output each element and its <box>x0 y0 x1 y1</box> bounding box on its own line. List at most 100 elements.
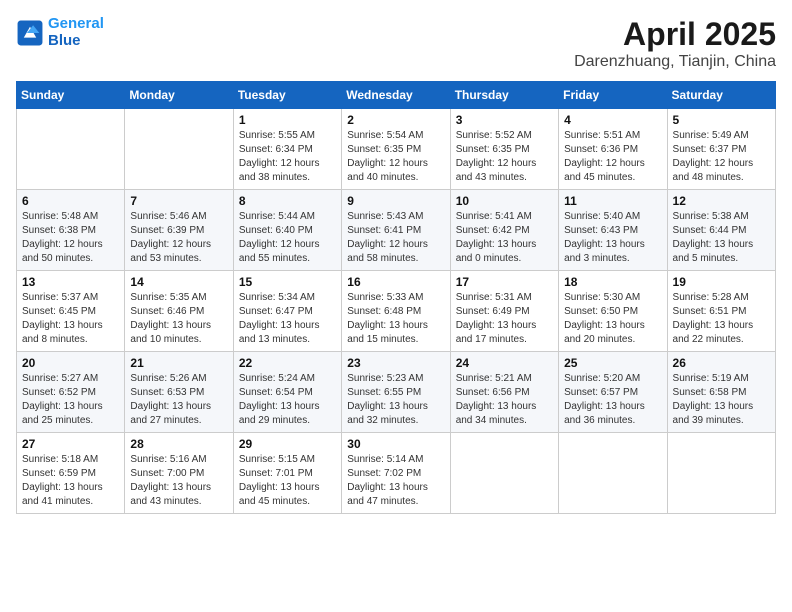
day-number: 12 <box>673 194 770 208</box>
day-info: Sunrise: 5:31 AMSunset: 6:49 PMDaylight:… <box>456 291 553 347</box>
calendar-cell: 4 Sunrise: 5:51 AMSunset: 6:36 PMDaylight… <box>559 109 667 190</box>
calendar-cell <box>450 433 558 514</box>
calendar-cell: 2 Sunrise: 5:54 AMSunset: 6:35 PMDaylight… <box>342 109 450 190</box>
logo-icon <box>16 19 44 47</box>
calendar-cell: 23 Sunrise: 5:23 AMSunset: 6:55 PMDayligh… <box>342 352 450 433</box>
calendar-cell: 20Sunrise: 5:27 AMSunset: 6:52 PMDayligh… <box>17 352 125 433</box>
day-info: Sunrise: 5:37 AMSunset: 6:45 PMDaylight:… <box>22 291 119 347</box>
calendar-cell: 12 Sunrise: 5:38 AMSunset: 6:44 PMDayligh… <box>667 190 775 271</box>
calendar-cell: 27 Sunrise: 5:18 AMSunset: 6:59 PMDayligh… <box>17 433 125 514</box>
day-info: Sunrise: 5:41 AMSunset: 6:42 PMDaylight:… <box>456 210 553 266</box>
calendar-cell <box>17 109 125 190</box>
calendar-week-row: 27 Sunrise: 5:18 AMSunset: 6:59 PMDayligh… <box>17 433 776 514</box>
day-info: Sunrise: 5:35 AMSunset: 6:46 PMDaylight:… <box>130 291 227 347</box>
calendar-title-area: April 2025 Darenzhuang, Tianjin, China <box>574 16 776 71</box>
day-number: 22 <box>239 356 336 370</box>
day-number: 6 <box>22 194 119 208</box>
day-info: Sunrise: 5:44 AMSunset: 6:40 PMDaylight:… <box>239 210 336 266</box>
day-info: Sunrise: 5:23 AMSunset: 6:55 PMDaylight:… <box>347 372 444 428</box>
day-info: Sunrise: 5:30 AMSunset: 6:50 PMDaylight:… <box>564 291 661 347</box>
day-info: Sunrise: 5:19 AMSunset: 6:58 PMDaylight:… <box>673 372 770 428</box>
day-info: Sunrise: 5:27 AMSunset: 6:52 PMDaylight:… <box>22 372 119 428</box>
day-info: Sunrise: 5:54 AMSunset: 6:35 PMDaylight:… <box>347 129 444 185</box>
day-number: 26 <box>673 356 770 370</box>
weekday-header-saturday: Saturday <box>667 82 775 109</box>
calendar-cell <box>667 433 775 514</box>
day-number: 24 <box>456 356 553 370</box>
day-number: 2 <box>347 113 444 127</box>
day-info: Sunrise: 5:34 AMSunset: 6:47 PMDaylight:… <box>239 291 336 347</box>
day-number: 30 <box>347 437 444 451</box>
day-info: Sunrise: 5:48 AMSunset: 6:38 PMDaylight:… <box>22 210 119 266</box>
calendar-subtitle: Darenzhuang, Tianjin, China <box>574 53 776 71</box>
calendar-cell: 29Sunrise: 5:15 AMSunset: 7:01 PMDayligh… <box>233 433 341 514</box>
day-number: 25 <box>564 356 661 370</box>
day-info: Sunrise: 5:52 AMSunset: 6:35 PMDaylight:… <box>456 129 553 185</box>
page-header: General Blue April 2025 Darenzhuang, Tia… <box>16 16 776 71</box>
day-info: Sunrise: 5:55 AMSunset: 6:34 PMDaylight:… <box>239 129 336 185</box>
weekday-header-tuesday: Tuesday <box>233 82 341 109</box>
calendar-week-row: 20Sunrise: 5:27 AMSunset: 6:52 PMDayligh… <box>17 352 776 433</box>
day-info: Sunrise: 5:46 AMSunset: 6:39 PMDaylight:… <box>130 210 227 266</box>
day-number: 8 <box>239 194 336 208</box>
calendar-cell: 17 Sunrise: 5:31 AMSunset: 6:49 PMDayligh… <box>450 271 558 352</box>
day-info: Sunrise: 5:18 AMSunset: 6:59 PMDaylight:… <box>22 453 119 509</box>
calendar-cell: 26 Sunrise: 5:19 AMSunset: 6:58 PMDayligh… <box>667 352 775 433</box>
calendar-cell: 14 Sunrise: 5:35 AMSunset: 6:46 PMDayligh… <box>125 271 233 352</box>
day-number: 10 <box>456 194 553 208</box>
day-number: 11 <box>564 194 661 208</box>
calendar-title: April 2025 <box>574 16 776 53</box>
calendar-cell: 21Sunrise: 5:26 AMSunset: 6:53 PMDayligh… <box>125 352 233 433</box>
calendar-week-row: 6 Sunrise: 5:48 AMSunset: 6:38 PMDaylight… <box>17 190 776 271</box>
day-number: 18 <box>564 275 661 289</box>
logo-text: General Blue <box>48 16 104 49</box>
day-info: Sunrise: 5:28 AMSunset: 6:51 PMDaylight:… <box>673 291 770 347</box>
day-info: Sunrise: 5:20 AMSunset: 6:57 PMDaylight:… <box>564 372 661 428</box>
day-number: 23 <box>347 356 444 370</box>
calendar-cell: 19 Sunrise: 5:28 AMSunset: 6:51 PMDayligh… <box>667 271 775 352</box>
day-number: 9 <box>347 194 444 208</box>
calendar-cell: 16Sunrise: 5:33 AMSunset: 6:48 PMDayligh… <box>342 271 450 352</box>
weekday-header-monday: Monday <box>125 82 233 109</box>
calendar-cell: 9 Sunrise: 5:43 AMSunset: 6:41 PMDaylight… <box>342 190 450 271</box>
day-number: 19 <box>673 275 770 289</box>
day-info: Sunrise: 5:51 AMSunset: 6:36 PMDaylight:… <box>564 129 661 185</box>
weekday-header-sunday: Sunday <box>17 82 125 109</box>
day-number: 15 <box>239 275 336 289</box>
calendar-cell: 24Sunrise: 5:21 AMSunset: 6:56 PMDayligh… <box>450 352 558 433</box>
calendar-cell: 15 Sunrise: 5:34 AMSunset: 6:47 PMDayligh… <box>233 271 341 352</box>
calendar-week-row: 13 Sunrise: 5:37 AMSunset: 6:45 PMDayligh… <box>17 271 776 352</box>
calendar-cell: 28Sunrise: 5:16 AMSunset: 7:00 PMDayligh… <box>125 433 233 514</box>
day-number: 1 <box>239 113 336 127</box>
calendar-week-row: 1 Sunrise: 5:55 AMSunset: 6:34 PMDaylight… <box>17 109 776 190</box>
day-info: Sunrise: 5:38 AMSunset: 6:44 PMDaylight:… <box>673 210 770 266</box>
calendar-cell: 5 Sunrise: 5:49 AMSunset: 6:37 PMDaylight… <box>667 109 775 190</box>
calendar-header-row: SundayMondayTuesdayWednesdayThursdayFrid… <box>17 82 776 109</box>
calendar-cell: 8 Sunrise: 5:44 AMSunset: 6:40 PMDaylight… <box>233 190 341 271</box>
day-info: Sunrise: 5:26 AMSunset: 6:53 PMDaylight:… <box>130 372 227 428</box>
day-info: Sunrise: 5:24 AMSunset: 6:54 PMDaylight:… <box>239 372 336 428</box>
day-info: Sunrise: 5:14 AMSunset: 7:02 PMDaylight:… <box>347 453 444 509</box>
day-number: 14 <box>130 275 227 289</box>
day-number: 17 <box>456 275 553 289</box>
day-number: 28 <box>130 437 227 451</box>
day-info: Sunrise: 5:49 AMSunset: 6:37 PMDaylight:… <box>673 129 770 185</box>
day-number: 4 <box>564 113 661 127</box>
calendar-cell: 3 Sunrise: 5:52 AMSunset: 6:35 PMDaylight… <box>450 109 558 190</box>
day-number: 29 <box>239 437 336 451</box>
calendar-cell <box>125 109 233 190</box>
calendar-cell: 22 Sunrise: 5:24 AMSunset: 6:54 PMDayligh… <box>233 352 341 433</box>
calendar-cell: 11Sunrise: 5:40 AMSunset: 6:43 PMDayligh… <box>559 190 667 271</box>
calendar-cell: 25 Sunrise: 5:20 AMSunset: 6:57 PMDayligh… <box>559 352 667 433</box>
day-number: 3 <box>456 113 553 127</box>
calendar-cell: 10 Sunrise: 5:41 AMSunset: 6:42 PMDayligh… <box>450 190 558 271</box>
day-number: 13 <box>22 275 119 289</box>
weekday-header-friday: Friday <box>559 82 667 109</box>
day-info: Sunrise: 5:43 AMSunset: 6:41 PMDaylight:… <box>347 210 444 266</box>
logo: General Blue <box>16 16 104 49</box>
calendar-cell: 1 Sunrise: 5:55 AMSunset: 6:34 PMDaylight… <box>233 109 341 190</box>
day-number: 27 <box>22 437 119 451</box>
day-number: 5 <box>673 113 770 127</box>
day-number: 16 <box>347 275 444 289</box>
weekday-header-thursday: Thursday <box>450 82 558 109</box>
